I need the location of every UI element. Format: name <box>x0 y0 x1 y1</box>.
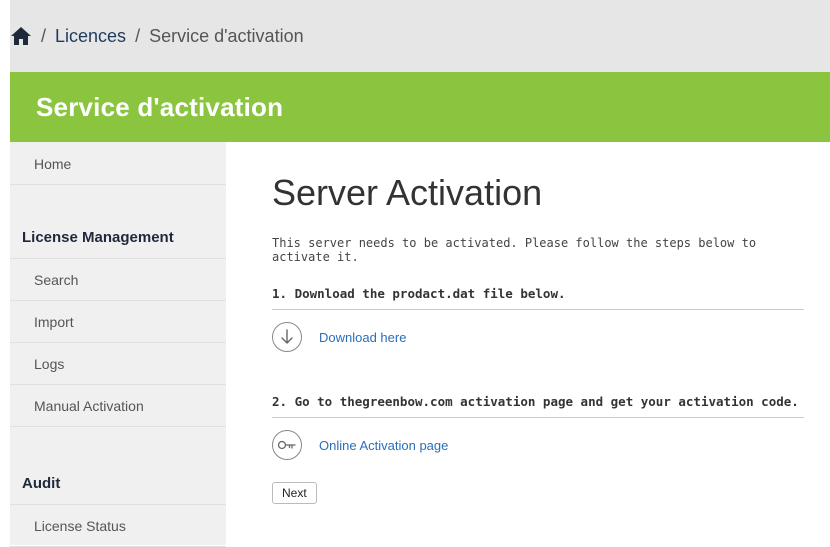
sidebar-item-manual-activation[interactable]: Manual Activation <box>10 385 226 427</box>
sidebar-heading-license-management: License Management <box>10 217 226 259</box>
intro-text: This server needs to be activated. Pleas… <box>272 236 757 264</box>
banner-title: Service d'activation <box>36 91 284 122</box>
home-icon[interactable] <box>10 26 32 46</box>
key-icon[interactable] <box>272 430 302 460</box>
next-button[interactable]: Next <box>272 482 317 504</box>
sidebar-heading-audit: Audit <box>10 463 226 505</box>
sidebar: Home License Management Search Import Lo… <box>10 142 226 547</box>
online-activation-link[interactable]: Online Activation page <box>319 438 448 453</box>
download-action: Download here <box>272 322 812 352</box>
download-icon[interactable] <box>272 322 302 352</box>
sidebar-item-import[interactable]: Import <box>10 301 226 343</box>
breadcrumb-separator: / <box>41 25 47 46</box>
sidebar-item-logs[interactable]: Logs <box>10 343 226 385</box>
step-1-title: 1. Download the prodact.dat file below. <box>272 286 804 310</box>
breadcrumb-current: Service d'activation <box>149 25 304 46</box>
online-activation-action: Online Activation page <box>272 430 812 460</box>
step-2-title: 2. Go to thegreenbow.com activation page… <box>272 394 804 418</box>
main-content: Server Activation This server needs to b… <box>272 142 812 504</box>
breadcrumb: / Licences / Service d'activation <box>10 0 830 72</box>
page-title: Server Activation <box>272 172 543 213</box>
breadcrumb-separator: / <box>135 25 141 46</box>
sidebar-item-search[interactable]: Search <box>10 259 226 301</box>
sidebar-item-license-status[interactable]: License Status <box>10 505 226 547</box>
breadcrumb-link-licences[interactable]: Licences <box>55 26 126 47</box>
sidebar-item-home[interactable]: Home <box>10 142 226 185</box>
download-link[interactable]: Download here <box>319 330 406 345</box>
page-banner: Service d'activation <box>10 72 830 142</box>
